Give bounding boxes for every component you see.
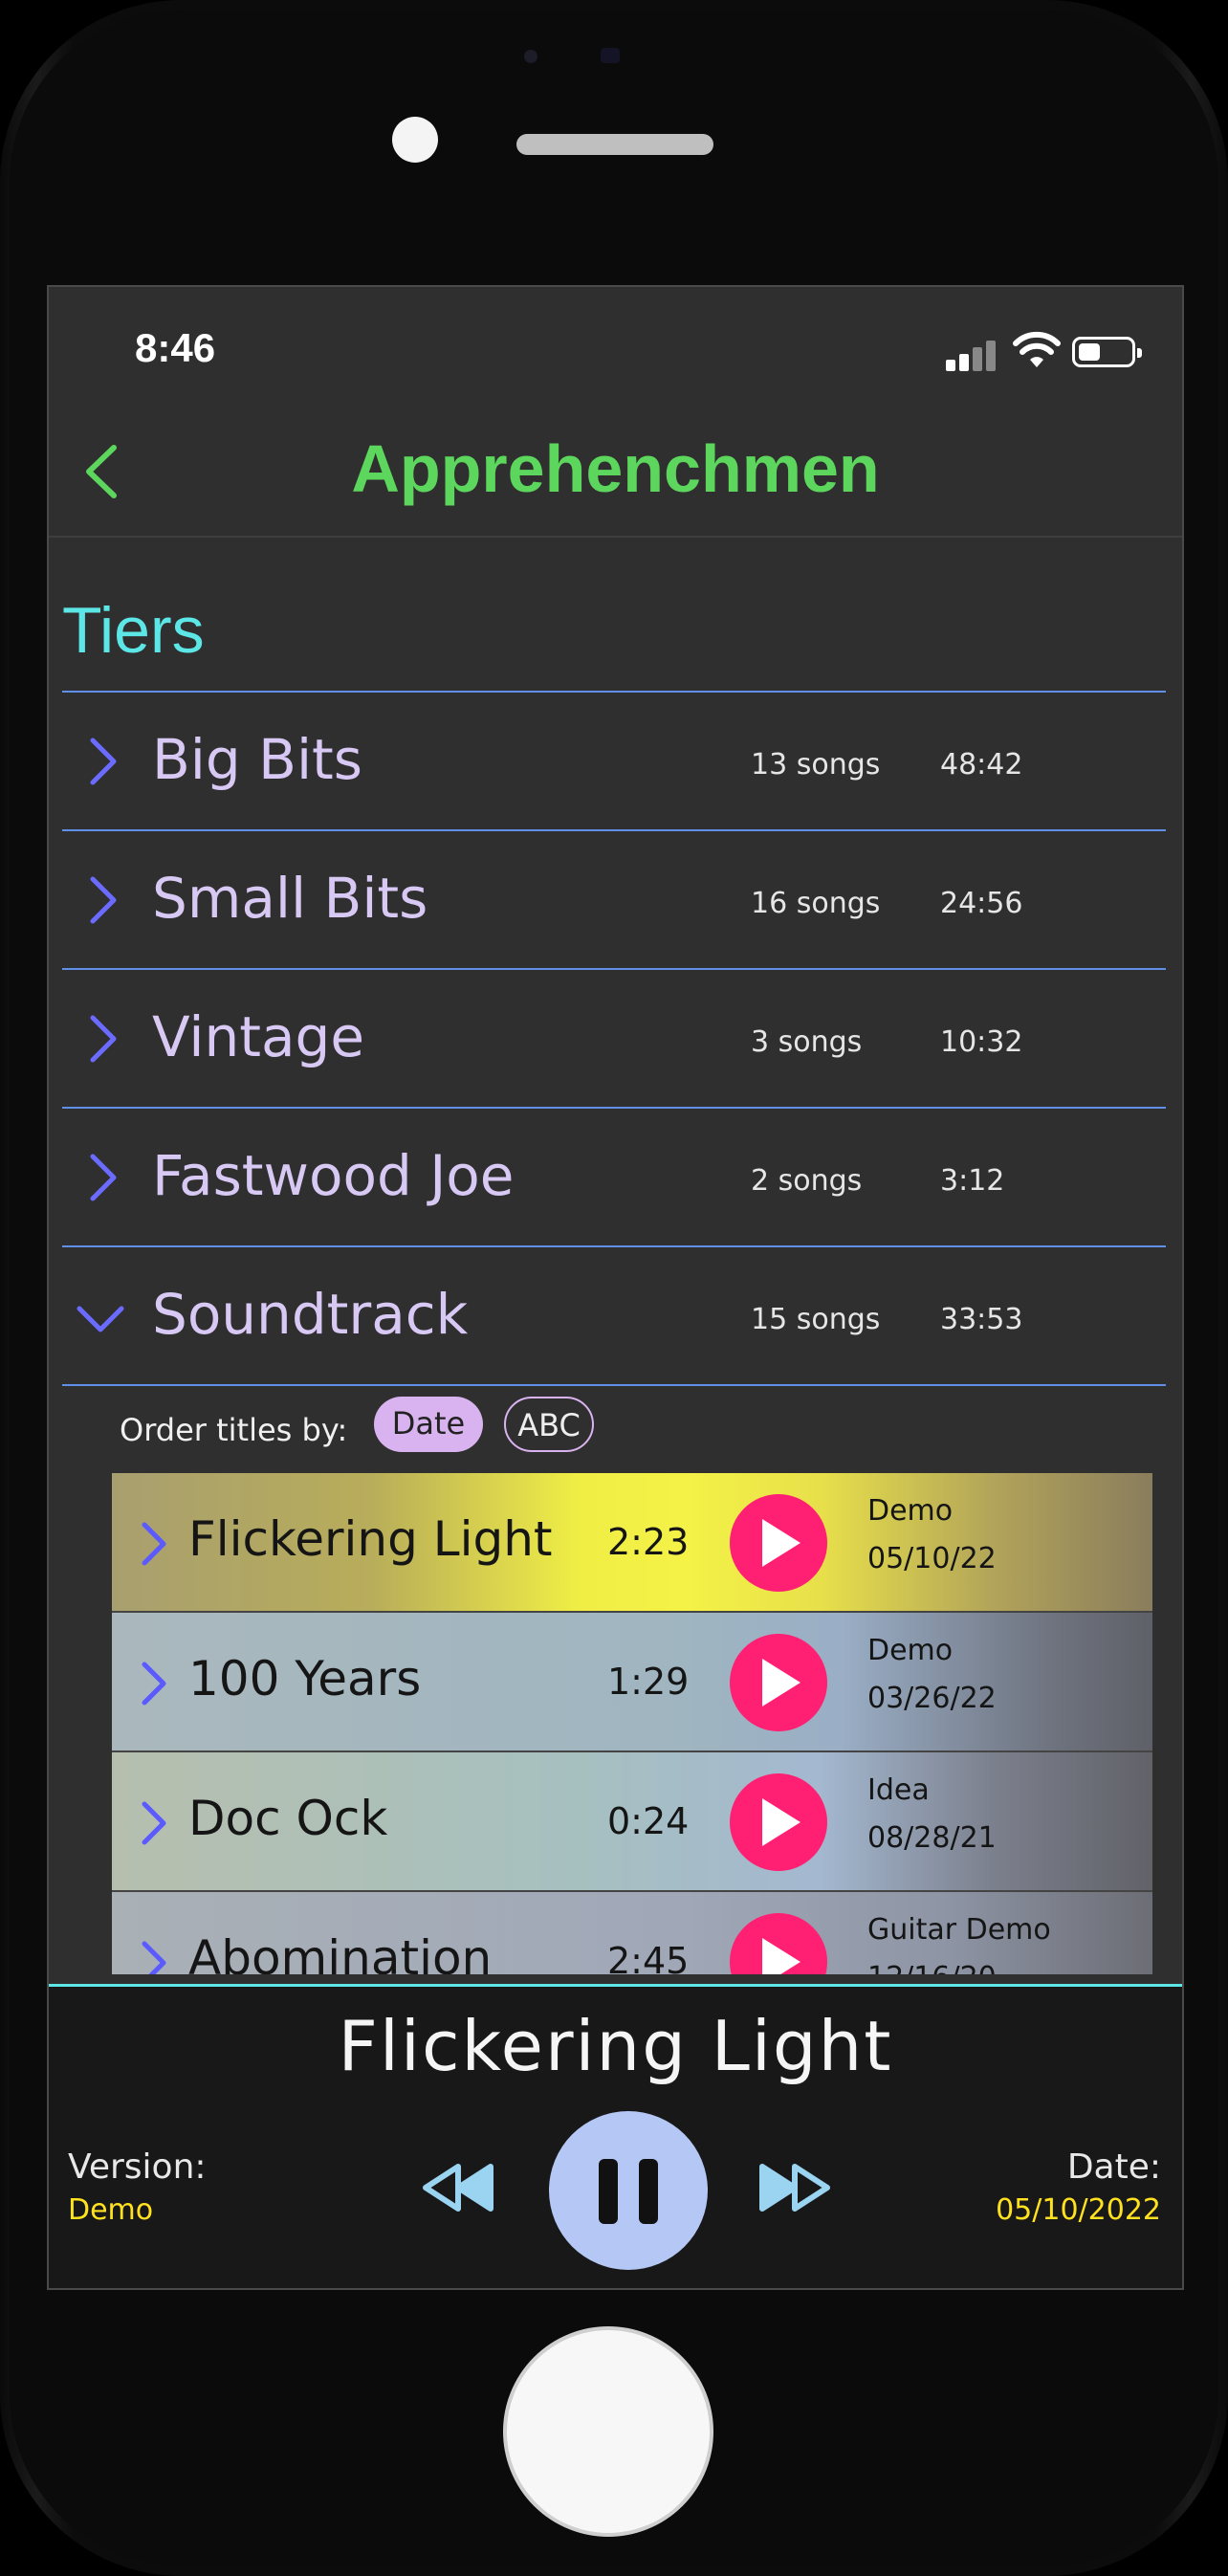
song-date: 05/10/22 bbox=[867, 1542, 997, 1575]
song-date: 08/28/21 bbox=[867, 1821, 997, 1855]
song-row[interactable]: 100 Years 1:29 Demo 03/26/22 bbox=[112, 1613, 1152, 1752]
chevron-right-icon bbox=[90, 738, 117, 785]
earpiece-sensor bbox=[601, 48, 620, 63]
navigation-bar: Apprehenchmen bbox=[49, 411, 1182, 538]
tier-duration: 24:56 bbox=[940, 887, 1023, 920]
song-duration: 1:29 bbox=[607, 1661, 690, 1703]
song-version: Demo bbox=[867, 1634, 954, 1667]
now-playing-bar: Flickering Light Version: Demo Date: 05/… bbox=[49, 1984, 1182, 2288]
tier-name: Vintage bbox=[152, 1004, 365, 1069]
cellular-signal-icon bbox=[946, 339, 999, 371]
tier-name: Fastwood Joe bbox=[152, 1143, 515, 1208]
tier-duration: 48:42 bbox=[940, 748, 1023, 782]
song-date: 03/26/22 bbox=[867, 1682, 997, 1715]
status-time: 8:46 bbox=[135, 325, 216, 370]
fast-forward-icon[interactable] bbox=[757, 2159, 833, 2216]
play-button[interactable] bbox=[730, 1494, 827, 1592]
phone-frame: 8:46 Apprehenchmen Tiers Big Bits 13 son… bbox=[0, 0, 1228, 2576]
song-title: Doc Ock bbox=[188, 1791, 388, 1846]
pause-button[interactable] bbox=[549, 2111, 708, 2270]
song-title: 100 Years bbox=[188, 1651, 422, 1706]
play-button[interactable] bbox=[730, 1773, 827, 1871]
play-button[interactable] bbox=[730, 1634, 827, 1731]
chevron-right-icon bbox=[142, 1941, 166, 1974]
song-row[interactable]: Doc Ock 0:24 Idea 08/28/21 bbox=[112, 1752, 1152, 1892]
song-list: Flickering Light 2:23 Demo 05/10/22 100 … bbox=[112, 1473, 1152, 1974]
tier-name: Small Bits bbox=[152, 866, 428, 931]
tier-song-count: 3 songs bbox=[751, 1025, 863, 1059]
chevron-right-icon bbox=[90, 1015, 117, 1063]
chevron-right-icon bbox=[90, 876, 117, 924]
song-title: Flickering Light bbox=[188, 1511, 553, 1567]
song-date: 12/16/20 bbox=[867, 1961, 997, 1974]
play-icon bbox=[762, 1659, 800, 1706]
song-version: Idea bbox=[867, 1773, 930, 1807]
song-title: Abomination bbox=[188, 1930, 493, 1974]
version-value: Demo bbox=[68, 2193, 154, 2227]
pause-icon bbox=[599, 2159, 618, 2224]
tier-song-count: 13 songs bbox=[751, 748, 881, 782]
tier-row[interactable]: Small Bits 16 songs 24:56 bbox=[62, 831, 1166, 970]
chevron-right-icon bbox=[90, 1154, 117, 1201]
tier-duration: 33:53 bbox=[940, 1303, 1023, 1336]
tier-duration: 10:32 bbox=[940, 1025, 1023, 1059]
tier-song-count: 15 songs bbox=[751, 1303, 881, 1336]
song-row-playing[interactable]: Flickering Light 2:23 Demo 05/10/22 bbox=[112, 1473, 1152, 1613]
proximity-sensor bbox=[524, 50, 537, 63]
song-row[interactable]: Abomination 2:45 Guitar Demo 12/16/20 bbox=[112, 1892, 1152, 1974]
song-version: Guitar Demo bbox=[867, 1913, 1051, 1947]
tier-row[interactable]: Fastwood Joe 2 songs 3:12 bbox=[62, 1109, 1166, 1247]
tier-name: Big Bits bbox=[152, 727, 363, 792]
song-duration: 2:45 bbox=[607, 1940, 690, 1974]
date-value: 05/10/2022 bbox=[996, 2193, 1161, 2227]
app-screen: 8:46 Apprehenchmen Tiers Big Bits 13 son… bbox=[47, 285, 1184, 2290]
tier-song-count: 16 songs bbox=[751, 887, 881, 920]
tier-song-count: 2 songs bbox=[751, 1164, 863, 1198]
version-label: Version: bbox=[68, 2147, 207, 2187]
battery-icon bbox=[1072, 337, 1142, 367]
chevron-down-icon bbox=[77, 1306, 124, 1332]
status-bar: 8:46 bbox=[49, 287, 1182, 411]
play-icon bbox=[762, 1798, 800, 1846]
earpiece-speaker bbox=[516, 134, 713, 155]
date-label: Date: bbox=[1066, 2147, 1161, 2187]
order-label: Order titles by: bbox=[120, 1412, 348, 1448]
song-duration: 0:24 bbox=[607, 1800, 690, 1842]
tier-row-expanded[interactable]: Soundtrack 15 songs 33:53 bbox=[62, 1247, 1166, 1386]
tier-row[interactable]: Big Bits 13 songs 48:42 bbox=[62, 693, 1166, 831]
chevron-right-icon bbox=[142, 1801, 166, 1845]
play-button[interactable] bbox=[730, 1913, 827, 1974]
rewind-icon[interactable] bbox=[420, 2159, 496, 2216]
wifi-icon bbox=[1013, 331, 1061, 367]
play-icon bbox=[762, 1519, 800, 1567]
tier-name: Soundtrack bbox=[152, 1282, 469, 1347]
chevron-right-icon bbox=[142, 1662, 166, 1706]
song-duration: 2:23 bbox=[607, 1521, 690, 1563]
front-camera bbox=[392, 117, 438, 163]
tier-duration: 3:12 bbox=[940, 1164, 1005, 1198]
song-version: Demo bbox=[867, 1494, 954, 1528]
chevron-right-icon bbox=[142, 1522, 166, 1566]
home-button[interactable] bbox=[503, 2326, 713, 2537]
sort-by-date-chip[interactable]: Date bbox=[374, 1397, 483, 1452]
page-title: Apprehenchmen bbox=[351, 431, 880, 506]
play-icon bbox=[762, 1938, 800, 1974]
sort-by-abc-chip[interactable]: ABC bbox=[504, 1397, 594, 1452]
tier-row[interactable]: Vintage 3 songs 10:32 bbox=[62, 970, 1166, 1109]
now-playing-title: Flickering Light bbox=[338, 2006, 893, 2086]
section-heading-tiers: Tiers bbox=[62, 594, 205, 667]
